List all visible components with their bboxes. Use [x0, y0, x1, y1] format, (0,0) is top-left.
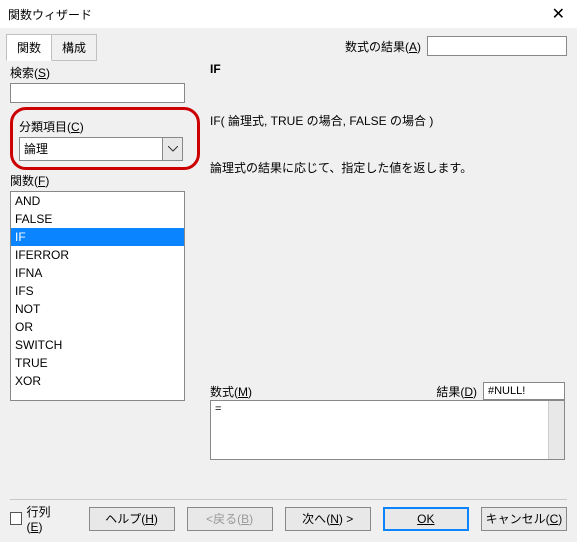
- search-input[interactable]: [10, 83, 185, 103]
- list-item[interactable]: OR: [11, 318, 184, 336]
- matrix-checkbox[interactable]: 行列(E): [10, 503, 65, 534]
- function-list[interactable]: ANDFALSEIFIFERRORIFNAIFSNOTORSWITCHTRUEX…: [10, 191, 185, 401]
- list-item[interactable]: IF: [11, 228, 184, 246]
- next-button[interactable]: 次へ(N) >: [285, 507, 371, 531]
- window-title: 関数ウィザード: [8, 6, 548, 23]
- checkbox-icon: [10, 512, 22, 525]
- back-button: < 戻る(B): [187, 507, 273, 531]
- list-item[interactable]: SWITCH: [11, 336, 184, 354]
- list-item[interactable]: IFERROR: [11, 246, 184, 264]
- search-label: 検索(S): [10, 64, 200, 81]
- function-label: 関数(F): [10, 172, 200, 189]
- formula-label: 数式(M): [210, 383, 436, 400]
- cancel-button[interactable]: キャンセル(C): [481, 507, 567, 531]
- category-value: 論理: [19, 137, 163, 161]
- selected-fn-description: 論理式の結果に応じて、指定した値を返します。: [210, 159, 565, 176]
- chevron-down-icon[interactable]: [163, 137, 183, 161]
- selected-fn-signature: IF( 論理式, TRUE の場合, FALSE の場合 ): [210, 112, 565, 129]
- help-button[interactable]: ヘルプ(H): [89, 507, 175, 531]
- result-of-formula-label: 数式の結果(A): [345, 38, 421, 55]
- category-dropdown[interactable]: 論理: [19, 137, 183, 161]
- list-item[interactable]: IFNA: [11, 264, 184, 282]
- close-icon[interactable]: ✕: [548, 4, 569, 24]
- ok-button[interactable]: OK: [383, 507, 469, 531]
- list-item[interactable]: TRUE: [11, 354, 184, 372]
- list-item[interactable]: XOR: [11, 372, 184, 390]
- category-label: 分類項目(C): [19, 118, 191, 135]
- formula-textarea[interactable]: =: [210, 400, 565, 460]
- tab-functions[interactable]: 関数: [6, 34, 52, 61]
- list-item[interactable]: AND: [11, 192, 184, 210]
- list-item[interactable]: NOT: [11, 300, 184, 318]
- list-item[interactable]: FALSE: [11, 210, 184, 228]
- tab-structure[interactable]: 構成: [51, 34, 97, 61]
- result-of-formula-box: [427, 36, 567, 56]
- scrollbar[interactable]: [548, 401, 564, 459]
- result-label: 結果(D): [436, 383, 477, 400]
- selected-fn-name: IF: [210, 62, 565, 76]
- list-item[interactable]: IFS: [11, 282, 184, 300]
- result-value: #NULL!: [483, 382, 565, 400]
